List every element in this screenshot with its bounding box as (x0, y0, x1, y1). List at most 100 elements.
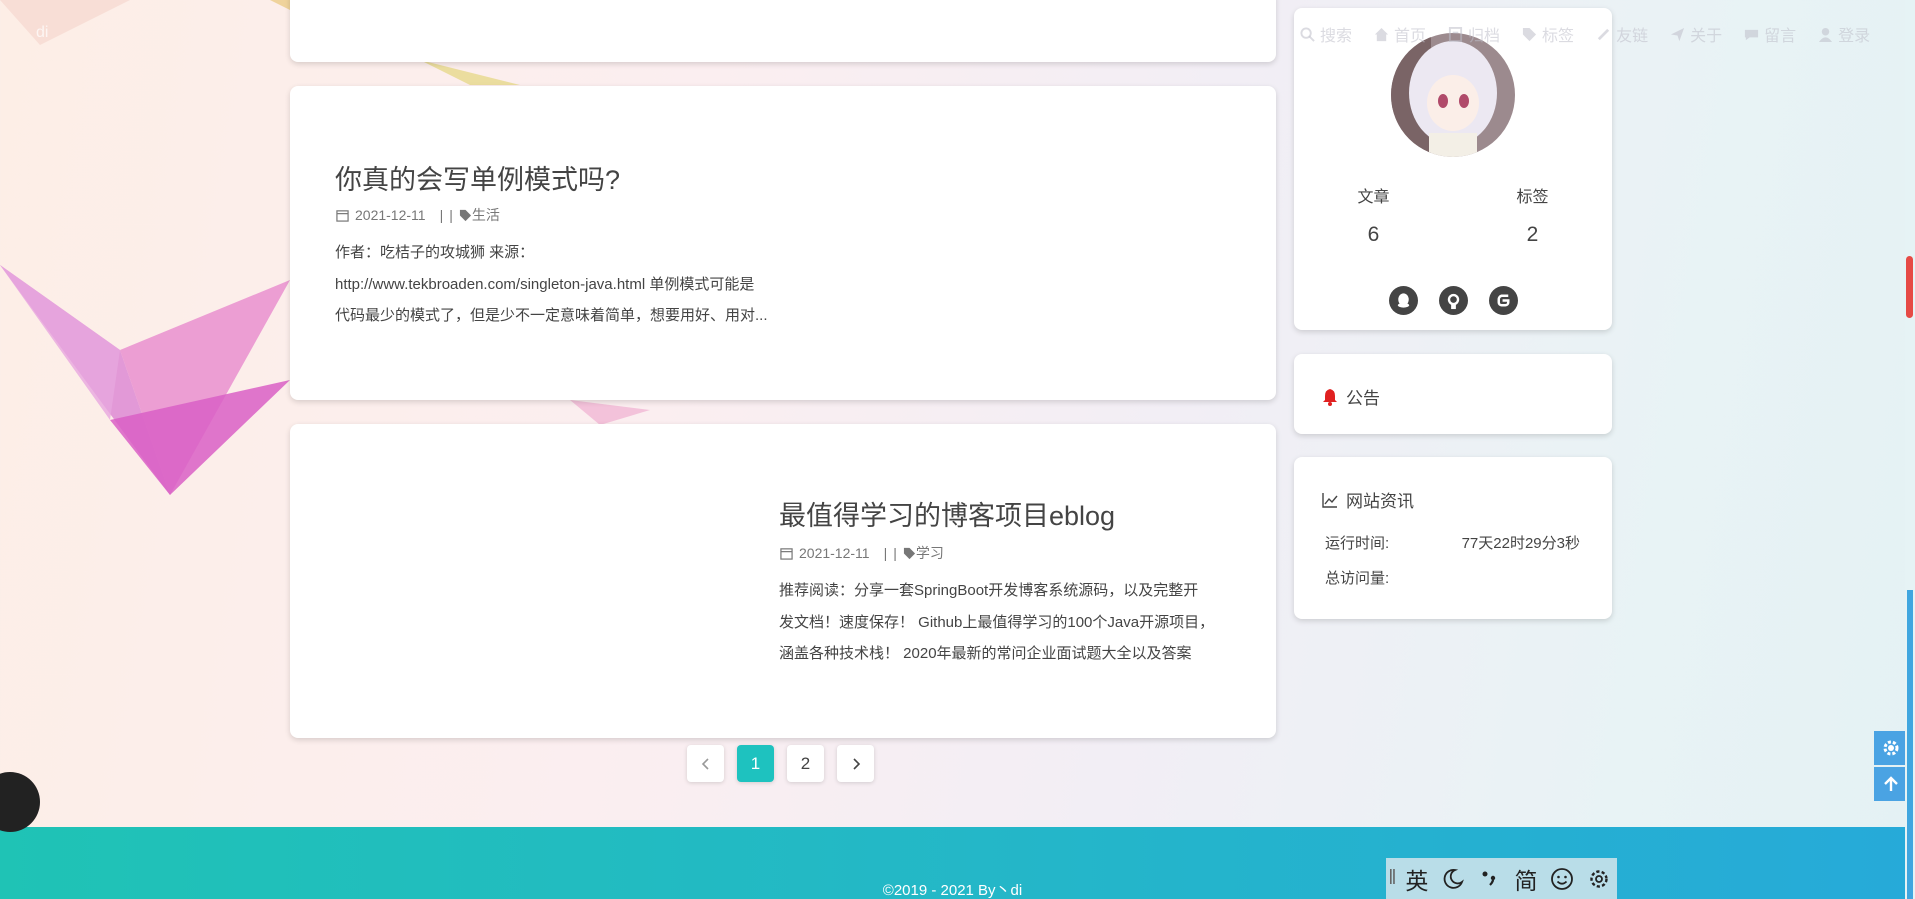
post-card[interactable]: 你真的会写单例模式吗? 2021-12-11 | | 生活 作者：吃桔子的攻城狮… (290, 86, 1276, 400)
site-logo[interactable]: di (36, 24, 48, 42)
page-button-1[interactable]: 1 (737, 745, 774, 782)
notice-card: 公告 (1294, 354, 1612, 434)
settings-button[interactable] (1874, 731, 1908, 765)
ime-emoji[interactable] (1544, 867, 1580, 891)
ime-script[interactable]: 简 (1508, 862, 1544, 896)
scroll-progress (1907, 590, 1913, 899)
post-excerpt: 推荐阅读：分享一套SpringBoot开发博客系统源码，以及完整开 发文档！速度… (779, 575, 1239, 670)
notice-header: 公告 (1322, 384, 1380, 409)
ime-settings[interactable] (1581, 867, 1617, 891)
tag-icon (1522, 27, 1537, 41)
nav-tags[interactable]: 标签 (1522, 22, 1574, 46)
stat-label: 标签 (1516, 189, 1549, 206)
ime-punctuation[interactable] (1471, 867, 1507, 891)
stat-value: 6 (1367, 223, 1380, 246)
excerpt-line: 涵盖各种技术栈！ 2020年最新的常问企业面试题大全以及答案 (779, 645, 1192, 662)
post-title[interactable]: 你真的会写单例模式吗? (335, 158, 620, 197)
post-category[interactable]: 学习 (916, 543, 944, 563)
nav-label: 关于 (1690, 28, 1723, 45)
github-link[interactable] (1438, 286, 1468, 315)
qq-link[interactable] (1388, 286, 1418, 315)
post-meta: 2021-12-11 | | 学习 (780, 543, 944, 563)
pagination: 1 2 (687, 745, 874, 782)
post-date: 2021-12-11 (799, 545, 870, 561)
search-icon (1300, 26, 1315, 42)
stat-label: 文章 (1357, 189, 1390, 206)
stat-value: 2 (1526, 223, 1539, 246)
tags-icon (459, 209, 471, 221)
meta-separator: | (883, 545, 888, 561)
post-category[interactable]: 生活 (472, 205, 500, 225)
next-page-button[interactable] (837, 745, 874, 782)
visits-row: 总访问量: (1325, 567, 1580, 588)
post-excerpt: 作者：吃桔子的攻城狮 来源： http://www.tekbroaden.com… (335, 237, 805, 332)
chevron-right-icon (852, 757, 860, 770)
scrollbar-thumb[interactable] (1906, 256, 1913, 318)
calendar-icon (780, 547, 793, 560)
ime-language[interactable]: 英 (1399, 862, 1435, 896)
nav-links[interactable]: 友链 (1596, 22, 1648, 46)
github-icon (1447, 293, 1459, 310)
footer: ©2019 - 2021 By丶di (0, 827, 1915, 899)
avatar[interactable] (1391, 33, 1515, 157)
nav-label: 标签 (1542, 28, 1575, 45)
emoji-icon (1551, 867, 1574, 890)
nav-home[interactable]: 首页 (1374, 22, 1426, 46)
moon-icon (1444, 868, 1465, 889)
ime-grip[interactable]: ‖ (1386, 867, 1399, 890)
link-icon (1597, 28, 1610, 40)
back-to-top-button[interactable] (1874, 767, 1908, 801)
post-date: 2021-12-11 (355, 207, 426, 223)
user-icon (1819, 27, 1833, 42)
runtime-row: 运行时间: 77天22时29分3秒 (1325, 532, 1580, 553)
notice-title: 公告 (1346, 389, 1380, 408)
site-info-title: 网站资讯 (1346, 492, 1414, 511)
nav-label: 归档 (1468, 28, 1501, 45)
prev-page-button[interactable] (687, 745, 724, 782)
archive-icon (1448, 26, 1463, 42)
excerpt-line: 推荐阅读：分享一套SpringBoot开发博客系统源码，以及完整开 (779, 582, 1199, 599)
home-icon (1374, 27, 1389, 41)
top-nav: 搜索 首页 归档 标签 友链 关于 留言 登录 (1300, 22, 1870, 46)
meta-separator: | (449, 207, 453, 223)
comment-icon (1745, 29, 1759, 40)
site-info-header: 网站资讯 (1322, 487, 1414, 512)
post-card[interactable]: 最值得学习的博客项目eblog 2021-12-11 | | 学习 推荐阅读：分… (290, 424, 1276, 738)
post-meta: 2021-12-11 | | 生活 (336, 205, 500, 225)
nav-search[interactable]: 搜索 (1300, 22, 1352, 46)
post-title[interactable]: 最值得学习的博客项目eblog (779, 494, 1115, 533)
tags-icon (903, 547, 915, 559)
ime-toolbar: ‖ 英 简 (1386, 858, 1617, 899)
nav-label: 首页 (1394, 28, 1427, 45)
stat-articles[interactable]: 文章 6 (1357, 183, 1389, 247)
excerpt-line: 作者：吃桔子的攻城狮 来源： (335, 244, 535, 261)
nav-archive[interactable]: 归档 (1448, 22, 1500, 46)
settings-icon (1590, 869, 1608, 888)
nav-comments[interactable]: 留言 (1744, 22, 1796, 46)
profile-stats: 文章 6 标签 2 (1294, 183, 1612, 247)
page-button-2[interactable]: 2 (787, 745, 824, 782)
music-player[interactable] (0, 772, 40, 832)
site-info-card: 网站资讯 运行时间: 77天22时29分3秒 总访问量: (1294, 457, 1612, 619)
chevron-left-icon (701, 757, 709, 770)
nav-login[interactable]: 登录 (1818, 22, 1870, 46)
send-icon (1671, 27, 1685, 41)
profile-card: 文章 6 标签 2 (1294, 8, 1612, 330)
gitee-link[interactable] (1488, 286, 1518, 315)
nav-label: 留言 (1764, 28, 1797, 45)
stat-tags[interactable]: 标签 2 (1516, 183, 1548, 247)
nav-label: 搜索 (1320, 28, 1353, 45)
gear-icon (1883, 740, 1899, 756)
gitee-icon (1497, 294, 1509, 307)
excerpt-line: 代码最少的模式了，但是少不一定意味着简单，想要用好、用对... (335, 307, 768, 324)
excerpt-line: http://www.tekbroaden.com/singleton-java… (335, 275, 755, 293)
meta-separator: | (439, 207, 444, 223)
qq-icon (1397, 293, 1409, 308)
post-card-previous[interactable] (290, 0, 1276, 62)
visits-label: 总访问量: (1325, 570, 1390, 587)
meta-separator: | (893, 545, 897, 561)
nav-about[interactable]: 关于 (1670, 22, 1722, 46)
runtime-value: 77天22时29分3秒 (1461, 535, 1580, 552)
runtime-label: 运行时间: (1325, 535, 1390, 552)
ime-theme[interactable] (1435, 867, 1471, 891)
